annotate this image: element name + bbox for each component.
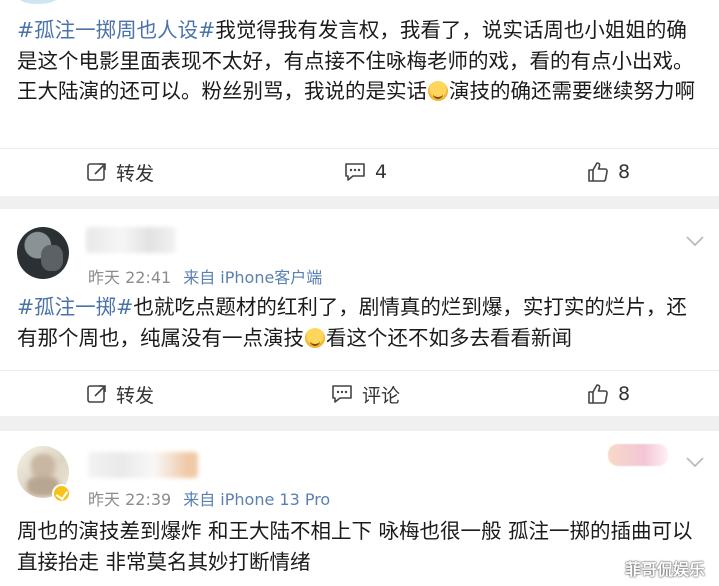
comment-icon [332, 385, 352, 403]
username-blurred[interactable] [86, 227, 176, 253]
emoji-icon [428, 81, 448, 101]
like-button[interactable]: 8 [586, 371, 630, 417]
avatar[interactable] [17, 227, 69, 279]
repost-button[interactable]: 转发 [86, 149, 154, 195]
post-meta: 昨天 22:39 来自 iPhone 13 Pro [88, 486, 330, 510]
hashtag-link[interactable]: #孤注一掷# [17, 295, 133, 319]
avatar-partial [18, 0, 58, 4]
post-text: 周也的演技差到爆炸 和王大陆不相上下 咏梅也很一般 孤注一掷的插曲可以直接抬走 … [17, 519, 693, 574]
like-icon [588, 384, 608, 404]
post-time: 昨天 22:41 [88, 268, 172, 287]
post-actions: 转发 4 8 [0, 148, 719, 194]
post-time: 昨天 22:39 [88, 490, 172, 509]
verified-badge-icon [52, 484, 71, 503]
hashtag-link[interactable]: #孤注一掷周也人设# [17, 18, 215, 42]
emoji-icon [305, 327, 325, 348]
comment-button[interactable]: 4 [343, 149, 387, 195]
username-blurred[interactable] [88, 452, 198, 478]
repost-button[interactable]: 转发 [86, 371, 154, 417]
like-icon [588, 162, 608, 182]
comment-button[interactable]: 评论 [330, 371, 400, 417]
post-source: 来自 iPhone 13 Pro [183, 490, 331, 509]
watermark: 菲哥侃娱乐 [624, 560, 705, 579]
chevron-down-icon[interactable] [685, 234, 705, 248]
decoration-sticker [608, 444, 668, 466]
like-button[interactable]: 8 [586, 149, 630, 195]
repost-icon [87, 385, 106, 403]
chevron-down-icon[interactable] [685, 455, 705, 469]
post-source: 来自 iPhone客户端 [183, 268, 323, 287]
post-text: #孤注一掷#也就吃点题材的红利了，剧情真的烂到爆，实打实的烂片，还有那个周也，纯… [17, 295, 687, 350]
repost-icon [87, 163, 106, 181]
post-text: #孤注一掷周也人设#我觉得我有发言权，我看了，说实话周也小姐姐的确是这个电影里面… [17, 18, 695, 103]
post-meta: 昨天 22:41 来自 iPhone客户端 [88, 264, 322, 288]
post-card-1: #孤注一掷周也人设#我觉得我有发言权，我看了，说实话周也小姐姐的确是这个电影里面… [0, 0, 719, 196]
comment-icon [345, 163, 365, 181]
post-actions: 转发 评论 8 [0, 370, 719, 416]
